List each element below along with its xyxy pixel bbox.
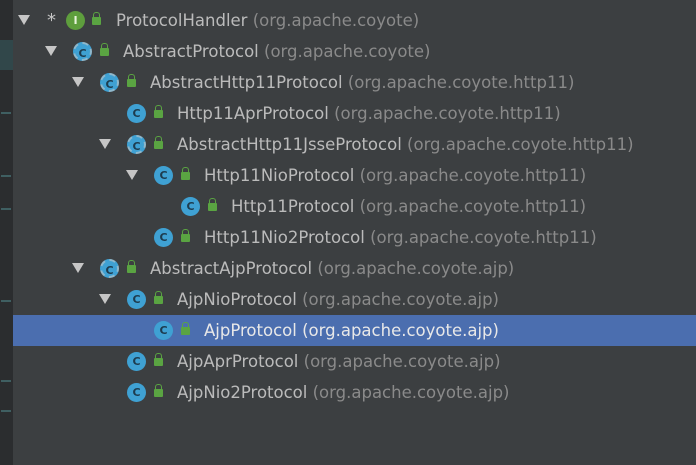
public-lock-icon — [154, 291, 163, 304]
package-name: (org.apache.coyote.http11) — [370, 228, 597, 247]
class-name: Http11AprProtocol — [177, 104, 329, 123]
tree-row[interactable]: C AbstractHttp11Protocol (org.apache.coy… — [13, 67, 696, 98]
left-gutter — [0, 0, 13, 465]
abstract-class-icon: C — [100, 73, 119, 92]
public-lock-icon — [154, 353, 163, 366]
public-lock-icon — [208, 198, 217, 211]
package-name: (org.apache.coyote.http11) — [407, 135, 634, 154]
class-name: AbstractHttp11JsseProtocol — [177, 135, 402, 154]
tree-row[interactable]: C AjpNioProtocol (org.apache.coyote.ajp) — [13, 284, 696, 315]
tree-row[interactable]: C AjpNio2Protocol (org.apache.coyote.ajp… — [13, 377, 696, 408]
public-lock-icon — [181, 167, 190, 180]
root-star-icon: * — [47, 10, 56, 31]
class-icon: C — [154, 228, 173, 247]
class-name: AbstractProtocol — [123, 42, 259, 61]
class-name: AbstractAjpProtocol — [150, 259, 313, 278]
public-lock-icon — [154, 136, 163, 149]
tree-row[interactable]: C Http11Protocol (org.apache.coyote.http… — [13, 191, 696, 222]
class-icon: C — [154, 166, 173, 185]
package-name: (org.apache.coyote.http11) — [347, 73, 575, 92]
tree-row[interactable]: C AjpAprProtocol (org.apache.coyote.ajp) — [13, 346, 696, 377]
expand-arrow-icon[interactable] — [99, 294, 111, 304]
class-icon: C — [154, 321, 173, 340]
expand-arrow-icon[interactable] — [45, 46, 57, 56]
expand-arrow-icon[interactable] — [18, 15, 30, 25]
class-name: Http11Protocol — [231, 197, 355, 216]
class-name: AjpProtocol — [204, 321, 297, 340]
tree-row[interactable]: C AbstractAjpProtocol (org.apache.coyote… — [13, 253, 696, 284]
tree-row-selected[interactable]: C AjpProtocol (org.apache.coyote.ajp) — [13, 315, 696, 346]
expand-arrow-icon[interactable] — [72, 77, 84, 87]
expand-arrow-icon[interactable] — [72, 263, 84, 273]
gutter-mark — [1, 380, 11, 382]
public-lock-icon — [181, 322, 190, 335]
class-name: Http11NioProtocol — [204, 166, 355, 185]
abstract-class-icon: C — [73, 42, 92, 61]
package-name: (org.apache.coyote.ajp) — [312, 383, 510, 402]
package-name: (org.apache.coyote) — [252, 11, 420, 30]
public-lock-icon — [154, 105, 163, 118]
package-name: (org.apache.coyote.ajp) — [303, 352, 501, 371]
package-name: (org.apache.coyote.ajp) — [302, 290, 499, 309]
gutter-mark — [1, 175, 11, 177]
public-lock-icon — [127, 74, 136, 87]
abstract-class-icon: C — [100, 259, 119, 278]
public-lock-icon — [127, 260, 136, 273]
tree-row[interactable]: C Http11Nio2Protocol (org.apache.coyote.… — [13, 222, 696, 253]
tree-row[interactable]: C AbstractHttp11JsseProtocol (org.apache… — [13, 129, 696, 160]
public-lock-icon — [154, 384, 163, 397]
tree-row[interactable]: C Http11AprProtocol (org.apache.coyote.h… — [13, 98, 696, 129]
class-name: Http11Nio2Protocol — [204, 228, 365, 247]
class-icon: C — [127, 290, 146, 309]
class-name: AjpNioProtocol — [177, 290, 297, 309]
gutter-mark — [1, 208, 11, 210]
gutter-mark — [1, 112, 11, 114]
class-name: ProtocolHandler — [116, 11, 248, 30]
class-icon: C — [127, 104, 146, 123]
tree-row[interactable]: * I ProtocolHandler (org.apache.coyote) — [13, 5, 696, 36]
tree-row[interactable]: C AbstractProtocol (org.apache.coyote) — [13, 36, 696, 67]
package-name: (org.apache.coyote.ajp) — [317, 259, 515, 278]
gutter-bar — [0, 40, 13, 70]
class-name: AbstractHttp11Protocol — [150, 73, 343, 92]
public-lock-icon — [92, 12, 101, 25]
class-name: AjpAprProtocol — [177, 352, 299, 371]
class-name: AjpNio2Protocol — [177, 383, 308, 402]
expand-arrow-icon[interactable] — [99, 139, 111, 149]
package-name: (org.apache.coyote) — [264, 42, 431, 61]
type-hierarchy-tree: * I ProtocolHandler (org.apache.coyote) … — [13, 5, 696, 408]
public-lock-icon — [181, 229, 190, 242]
package-name: (org.apache.coyote.http11) — [359, 197, 587, 216]
interface-icon: I — [66, 11, 85, 30]
package-name: (org.apache.coyote.http11) — [334, 104, 561, 123]
class-icon: C — [181, 197, 200, 216]
package-name: (org.apache.coyote.ajp) — [302, 321, 499, 340]
class-icon: C — [127, 383, 146, 402]
class-icon: C — [127, 352, 146, 371]
abstract-class-icon: C — [127, 135, 146, 154]
gutter-mark — [1, 410, 11, 412]
package-name: (org.apache.coyote.http11) — [359, 166, 587, 185]
public-lock-icon — [100, 43, 109, 56]
expand-arrow-icon[interactable] — [126, 170, 138, 180]
gutter-mark — [1, 300, 11, 302]
tree-row[interactable]: C Http11NioProtocol (org.apache.coyote.h… — [13, 160, 696, 191]
